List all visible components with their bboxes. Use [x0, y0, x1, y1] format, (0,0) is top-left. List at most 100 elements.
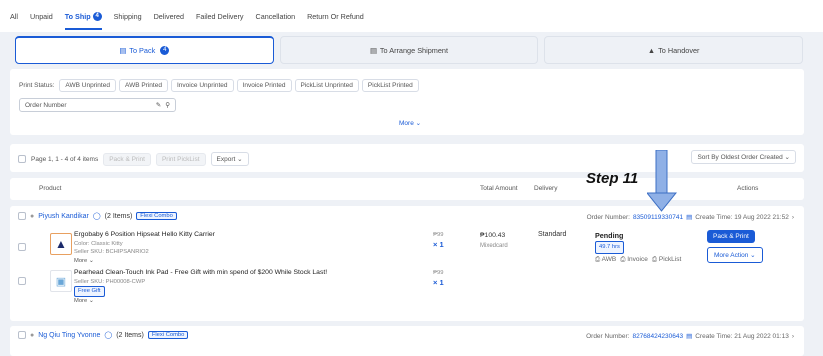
item-price: ₱99 — [433, 270, 444, 276]
product-color: Color: Classic Kitty — [74, 240, 123, 247]
step-arrow-icon — [647, 150, 677, 212]
items-count: (2 Items) — [104, 212, 133, 220]
col-total-amount: Total Amount — [480, 185, 518, 192]
chevron-right-icon[interactable]: › — [792, 214, 794, 221]
nav-return-refund[interactable]: Return Or Refund — [307, 12, 364, 21]
to-ship-count-badge: 4 — [92, 11, 102, 21]
order-card: ● Piyush Kandikar ◯ (2 Items) Flexi Comb… — [10, 206, 804, 321]
more-filters-link[interactable]: More ⌄ — [399, 119, 421, 127]
nav-shipping[interactable]: Shipping — [114, 12, 142, 21]
customer-name-link[interactable]: Ng Qiu Ting Yvonne — [38, 332, 100, 339]
product-more-link[interactable]: More ⌄ — [74, 297, 327, 306]
chip-picklist-printed[interactable]: PickList Printed — [361, 79, 419, 92]
tab-to-pack[interactable]: ▤ To Pack 4 — [15, 36, 274, 64]
list-toolbar: Page 1, 1 - 4 of 4 items Pack & Print Pr… — [10, 144, 804, 172]
print-picklist-label: PickList — [658, 256, 682, 263]
order-checkbox[interactable] — [18, 331, 26, 339]
bulk-print-picklist-button[interactable]: Print PickList — [155, 152, 206, 166]
col-actions: Actions — [737, 185, 759, 192]
bulk-pack-print-button[interactable]: Pack & Print — [103, 152, 151, 166]
edit-icon[interactable]: ✎ — [156, 101, 161, 109]
chevron-down-icon: ⌄ — [88, 297, 94, 304]
export-button[interactable]: Export ⌄ — [210, 152, 249, 166]
copy-icon[interactable]: ▤ — [686, 213, 692, 221]
print-awb-label: AWB — [601, 256, 617, 263]
step-annotation: Step 11 — [586, 170, 639, 187]
chevron-right-icon[interactable]: › — [792, 333, 794, 340]
product-sku: Seller SKU: BCHIPSANRIO2 — [74, 249, 149, 255]
tab-to-handover-label: To Handover — [658, 45, 700, 55]
chip-picklist-unprinted[interactable]: PickList Unprinted — [294, 79, 359, 92]
nav-delivered[interactable]: Delivered — [154, 12, 184, 21]
order-number-label: Order Number: — [586, 332, 630, 340]
print-invoice-label: Invoice — [627, 256, 648, 263]
handover-icon: ▲ — [647, 45, 656, 55]
chat-icon[interactable]: ◯ — [93, 212, 101, 220]
more-filters-label: More — [399, 120, 414, 127]
col-delivery: Delivery — [534, 185, 558, 192]
item-checkbox[interactable] — [18, 243, 26, 251]
order-total: ₱100.43 — [480, 232, 506, 239]
create-time: Create Time: 19 Aug 2022 21:52 — [695, 213, 789, 221]
order-number-link[interactable]: 82768424230643 — [632, 333, 683, 340]
select-all-checkbox[interactable] — [18, 155, 26, 163]
chip-awb-printed[interactable]: AWB Printed — [118, 79, 168, 92]
order-number-link[interactable]: 83509119330741 — [633, 214, 683, 221]
free-gift-tag: Free Gift — [74, 286, 105, 297]
tab-to-arrange-shipment[interactable]: ▤ To Arrange Shipment — [279, 36, 539, 64]
print-invoice-link[interactable]: ⎙ Invoice — [620, 254, 648, 265]
order-search-input[interactable]: Order Number ✎ ⚲ — [19, 98, 176, 112]
order-card: ● Ng Qiu Ting Yvonne ◯ (2 Items) Flexi C… — [10, 326, 804, 356]
nav-unpaid[interactable]: Unpaid — [30, 12, 53, 21]
create-time: Create Time: 21 Aug 2022 01:13 — [695, 332, 789, 340]
product-more-label: More — [74, 257, 88, 264]
clipboard-icon: ▤ — [369, 45, 377, 55]
product-more-label: More — [74, 297, 88, 304]
user-icon: ● — [30, 212, 35, 220]
product-name[interactable]: Ergobaby 6 Position Hipseat Hello Kitty … — [74, 231, 215, 240]
chevron-down-icon: ⌄ — [415, 120, 422, 127]
list-item: ▣ Pearhead Clean-Touch Ink Pad - Free Gi… — [18, 269, 478, 305]
sort-select[interactable]: Sort By Oldest Order Created ⌄ — [691, 150, 796, 164]
search-icon[interactable]: ⚲ — [165, 101, 170, 109]
chip-awb-unprinted[interactable]: AWB Unprinted — [59, 79, 116, 92]
sub-tabs: ▤ To Pack 4 ▤ To Arrange Shipment ▲ To H… — [15, 36, 804, 64]
chevron-down-icon: ⌄ — [88, 257, 94, 264]
item-checkbox[interactable] — [18, 277, 26, 285]
product-sku: Seller SKU: PH00008-CWP — [74, 278, 146, 285]
more-action-button[interactable]: More Action ⌄ — [707, 247, 763, 263]
product-name[interactable]: Pearhead Clean-Touch Ink Pad - Free Gift… — [74, 269, 327, 278]
nav-failed-delivery[interactable]: Failed Delivery — [196, 12, 244, 21]
status-nav: All Unpaid To Ship 4 Shipping Delivered F… — [0, 0, 823, 32]
more-action-label: More Action — [714, 252, 749, 259]
chip-invoice-printed[interactable]: Invoice Printed — [236, 79, 292, 92]
status-text: Pending — [595, 231, 624, 240]
to-pack-count-badge: 4 — [160, 46, 170, 55]
printer-icon: ⎙ — [595, 256, 601, 263]
sort-value: Oldest Order Created — [720, 154, 783, 161]
item-quantity: × 1 — [433, 240, 444, 249]
order-checkbox[interactable] — [18, 212, 26, 220]
customer-name-link[interactable]: Piyush Kandikar — [38, 213, 89, 220]
page-info: Page 1, 1 - 4 of 4 items — [31, 155, 99, 163]
list-item: ▲ Ergobaby 6 Position Hipseat Hello Kitt… — [18, 231, 478, 267]
payment-method: Mixedcard — [480, 243, 508, 249]
baby-carrier-image: ▲ — [55, 237, 67, 251]
product-more-link[interactable]: More ⌄ — [74, 257, 215, 266]
chevron-down-icon: ⌄ — [750, 252, 756, 259]
order-number-label: Order Number: — [586, 213, 630, 221]
pack-print-button[interactable]: Pack & Print — [707, 230, 755, 243]
nav-to-ship[interactable]: To Ship 4 — [64, 11, 102, 30]
copy-icon[interactable]: ▤ — [686, 332, 692, 340]
nav-cancellation[interactable]: Cancellation — [256, 12, 296, 21]
order-search-value: Order Number — [25, 101, 67, 109]
chip-invoice-unprinted[interactable]: Invoice Unprinted — [170, 79, 234, 92]
chat-icon[interactable]: ◯ — [104, 331, 112, 339]
nav-to-ship-label: To Ship — [64, 11, 91, 21]
nav-all[interactable]: All — [10, 12, 18, 21]
sla-badge: 49.7 hrs — [595, 241, 624, 254]
tab-to-handover[interactable]: ▲ To Handover — [544, 36, 804, 64]
print-awb-link[interactable]: ⎙ AWB — [595, 254, 616, 265]
promo-tag: Flexi Combo — [136, 212, 177, 220]
print-picklist-link[interactable]: ⎙ PickList — [652, 254, 681, 265]
